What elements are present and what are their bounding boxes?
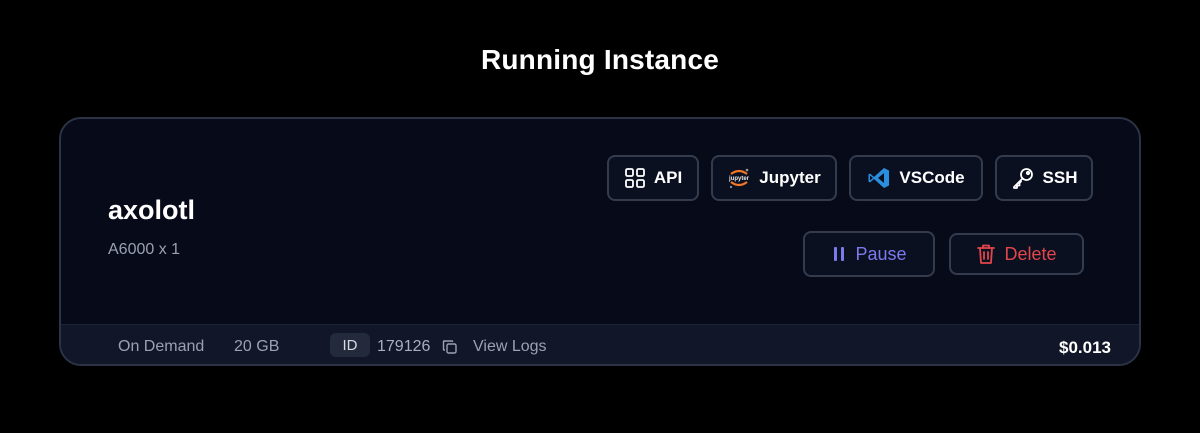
instance-card: axolotl A6000 x 1 API jupyter Jupyter VS…	[59, 117, 1141, 366]
view-logs-link[interactable]: View Logs	[473, 338, 547, 356]
ssh-button-label: SSH	[1042, 168, 1078, 187]
instance-name: axolotl	[108, 195, 196, 225]
jupyter-logo-text: jupyter	[728, 176, 750, 182]
ssh-button[interactable]: SSH	[995, 155, 1093, 201]
instance-footer: On Demand 20 GB ID 179126 View Logs $0.0…	[61, 324, 1139, 364]
jupyter-logo-icon: jupyter	[727, 166, 751, 190]
jupyter-button-label: Jupyter	[759, 168, 821, 187]
key-icon	[1011, 166, 1035, 190]
page-title: Running Instance	[480, 44, 720, 75]
instance-id: 179126	[377, 338, 431, 355]
storage-size: 20 GB	[234, 338, 280, 355]
vscode-logo-icon	[867, 166, 891, 190]
api-button-label: API	[653, 168, 683, 187]
vscode-button[interactable]: VSCode	[849, 155, 983, 201]
grid-icon	[624, 167, 646, 189]
delete-button-label: Delete	[1004, 243, 1057, 264]
copy-icon[interactable]	[442, 339, 458, 360]
api-button[interactable]: API	[607, 155, 699, 201]
pause-button-label: Pause	[855, 243, 907, 264]
id-badge: ID	[330, 333, 370, 357]
pause-icon	[831, 245, 847, 263]
delete-button[interactable]: Delete	[949, 233, 1084, 275]
instance-gpu-spec: A6000 x 1	[108, 241, 181, 258]
trash-icon	[976, 243, 996, 265]
pause-button[interactable]: Pause	[803, 231, 935, 277]
pricing-mode: On Demand	[118, 338, 205, 355]
vscode-button-label: VSCode	[899, 168, 965, 187]
jupyter-button[interactable]: jupyter Jupyter	[711, 155, 837, 201]
hourly-cost: $0.013	[1059, 338, 1111, 357]
